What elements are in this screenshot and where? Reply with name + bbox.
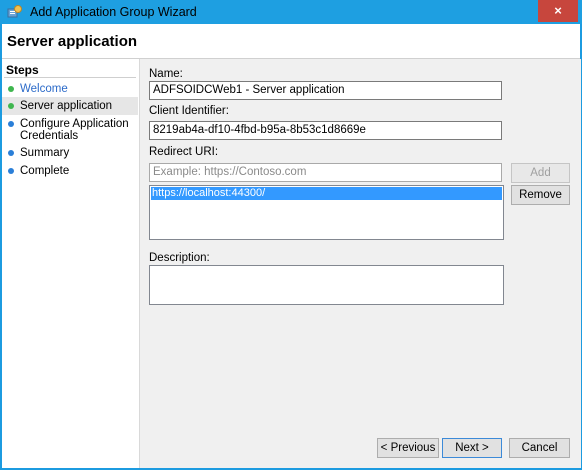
step-label: Configure Application — [20, 118, 129, 130]
window-title: Add Application Group Wizard — [30, 5, 197, 19]
close-button[interactable]: × — [538, 0, 578, 22]
wizard-window: Add Application Group Wizard × Server ap… — [0, 0, 582, 470]
add-button[interactable]: Add — [511, 163, 570, 183]
redirect-uri-list[interactable]: https://localhost:44300/ — [149, 185, 504, 240]
previous-button[interactable]: < Previous — [377, 438, 439, 458]
step-configure-credentials[interactable]: Configure Application Credentials — [2, 117, 138, 145]
page-header: Server application — [2, 24, 580, 59]
step-complete[interactable]: Complete — [2, 163, 138, 179]
steps-sidebar: Steps Welcome Server application Configu… — [2, 59, 138, 468]
description-label: Description: — [149, 252, 210, 264]
step-status-dot — [8, 103, 14, 109]
step-welcome[interactable]: Welcome — [2, 81, 138, 97]
title-bar[interactable]: Add Application Group Wizard × — [0, 0, 582, 24]
step-label: Complete — [20, 165, 70, 177]
redirect-uri-input[interactable]: Example: https://Contoso.com — [149, 163, 502, 182]
wizard-client: Server application Steps Welcome Server … — [2, 24, 581, 468]
steps-divider — [4, 77, 136, 78]
step-summary[interactable]: Summary — [2, 145, 138, 161]
next-button[interactable]: Next > — [442, 438, 502, 458]
step-label: Server application — [20, 100, 113, 112]
step-status-dot — [8, 168, 14, 174]
name-field[interactable]: ADFSOIDCWeb1 - Server application — [149, 81, 502, 100]
description-field[interactable] — [149, 265, 504, 305]
page-title: Server application — [7, 33, 138, 50]
client-identifier-field[interactable]: 8219ab4a-df10-4fbd-b95a-8b53c1d8669e — [149, 121, 502, 140]
client-identifier-label: Client Identifier: — [149, 105, 229, 117]
steps-title: Steps — [6, 63, 39, 77]
remove-button[interactable]: Remove — [511, 185, 570, 205]
step-label-line2: Credentials — [20, 130, 79, 142]
close-icon: × — [554, 3, 562, 18]
list-item[interactable]: https://localhost:44300/ — [151, 187, 502, 200]
redirect-uri-label: Redirect URI: — [149, 146, 219, 158]
step-label: Welcome — [20, 83, 68, 95]
form-panel: Name: ADFSOIDCWeb1 - Server application … — [139, 59, 581, 468]
step-server-application[interactable]: Server application — [2, 97, 138, 115]
name-label: Name: — [149, 68, 183, 80]
step-status-dot — [8, 150, 14, 156]
step-status-dot — [8, 121, 14, 127]
step-label: Summary — [20, 147, 70, 159]
cancel-button[interactable]: Cancel — [509, 438, 570, 458]
step-status-dot — [8, 86, 14, 92]
application-group-icon — [7, 5, 22, 18]
